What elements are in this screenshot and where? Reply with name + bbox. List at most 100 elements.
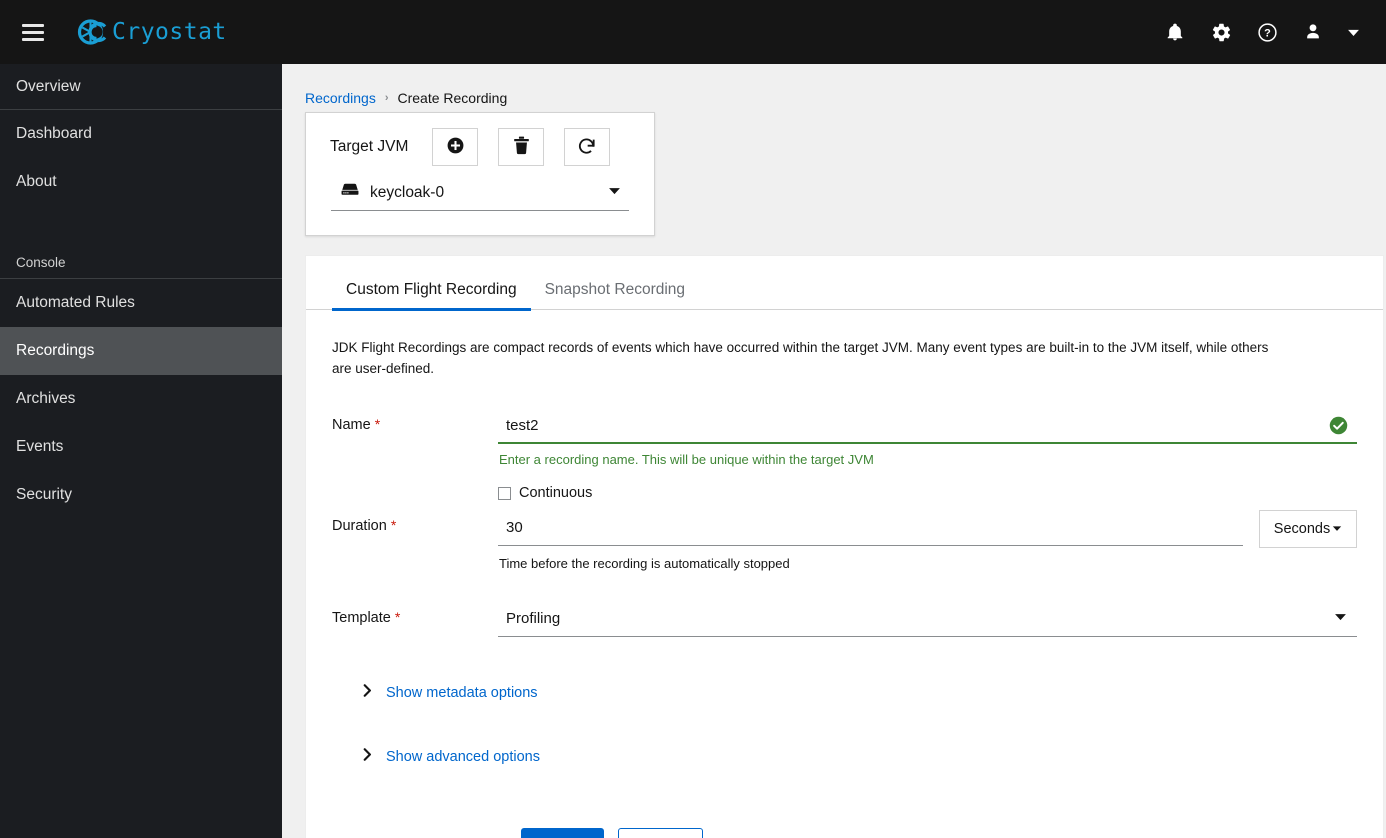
- sidebar-item-overview[interactable]: Overview: [0, 64, 282, 109]
- hamburger-bar: [22, 30, 44, 34]
- required-marker: *: [394, 609, 401, 625]
- sidebar-item-label: Events: [16, 438, 64, 455]
- sidebar-item-security[interactable]: Security: [0, 471, 282, 519]
- sidebar-section-console: Console: [0, 232, 282, 278]
- target-jvm-value: keycloak-0: [370, 183, 445, 201]
- brand-link[interactable]: Cryostat: [76, 16, 227, 48]
- sidebar-item-label: About: [16, 173, 57, 190]
- target-jvm-select[interactable]: keycloak-0: [331, 175, 629, 211]
- sidebar-item-label: Automated Rules: [16, 294, 135, 311]
- duration-input-row: Seconds: [498, 510, 1357, 548]
- duration-input[interactable]: [498, 510, 1243, 546]
- tab-snapshot-recording[interactable]: Snapshot Recording: [531, 281, 699, 310]
- breadcrumb: Recordings › Create Recording: [282, 64, 1386, 106]
- sidebar-item-label: Recordings: [16, 342, 95, 359]
- caret-down-icon: [1334, 610, 1347, 627]
- tab-custom-flight-recording[interactable]: Custom Flight Recording: [332, 281, 531, 311]
- refresh-targets-button[interactable]: [564, 128, 611, 166]
- form-row-template: Template * Profiling: [332, 601, 1357, 637]
- masthead-toolbar: ?: [1154, 10, 1386, 54]
- show-advanced-options-toggle[interactable]: Show advanced options: [332, 748, 1357, 766]
- duration-label: Duration *: [332, 485, 498, 571]
- help-circle-icon[interactable]: ?: [1246, 10, 1288, 54]
- duration-input-wrapper: [498, 510, 1243, 548]
- check-circle-icon: [1329, 416, 1348, 440]
- create-button[interactable]: Create: [521, 828, 605, 838]
- create-recording-form: Name* Enter a recording name. This will …: [306, 392, 1383, 838]
- breadcrumb-link-recordings[interactable]: Recordings: [305, 90, 376, 106]
- delete-target-button[interactable]: [498, 128, 545, 166]
- target-jvm-actions: [432, 128, 611, 166]
- plus-circle-icon: [446, 136, 465, 158]
- duration-control: Continuous Seconds Time befor: [498, 485, 1357, 571]
- template-control: Profiling: [498, 601, 1357, 637]
- template-label-text: Template: [332, 610, 391, 626]
- show-metadata-options-toggle[interactable]: Show metadata options: [332, 684, 1357, 702]
- target-jvm-card: Target JVM keycloak-0: [305, 112, 655, 236]
- breadcrumb-current: Create Recording: [397, 90, 508, 106]
- sidebar-item-events[interactable]: Events: [0, 423, 282, 471]
- sidebar-navigation: Overview Dashboard About Console Automat…: [0, 64, 282, 838]
- user-avatar-icon[interactable]: [1292, 10, 1334, 54]
- tab-description: JDK Flight Recordings are compact record…: [332, 339, 1269, 376]
- continuous-checkbox-row: Continuous: [498, 485, 1357, 510]
- show-advanced-options-label: Show advanced options: [386, 749, 540, 765]
- masthead: Cryostat ?: [0, 0, 1386, 64]
- form-actions: Create Cancel: [332, 828, 1357, 838]
- name-label: Name *: [332, 408, 498, 467]
- hamburger-icon[interactable]: [10, 0, 56, 64]
- required-marker: *: [374, 416, 381, 432]
- sidebar-item-label: Archives: [16, 390, 76, 407]
- sidebar-item-label: Security: [16, 486, 72, 503]
- form-row-name: Name* Enter a recording name. This will …: [332, 408, 1357, 467]
- show-metadata-options-label: Show metadata options: [386, 685, 538, 701]
- caret-down-icon: [608, 184, 621, 202]
- sidebar-section-label: Console: [16, 255, 66, 270]
- server-icon: [341, 183, 359, 202]
- create-target-button[interactable]: [432, 128, 479, 166]
- recording-type-tabs: Custom Flight Recording Snapshot Recordi…: [306, 256, 1383, 311]
- duration-unit-select[interactable]: Seconds: [1259, 510, 1357, 548]
- chevron-right-icon: [362, 684, 373, 702]
- template-value: Profiling: [506, 610, 561, 627]
- svg-text:?: ?: [1264, 27, 1271, 39]
- continuous-label[interactable]: Continuous: [519, 485, 592, 501]
- caret-down-icon: [1332, 521, 1342, 537]
- hamburger-bar: [22, 37, 44, 41]
- brand-name: Cryostat: [112, 19, 227, 45]
- trash-icon: [513, 136, 530, 158]
- sidebar-item-about[interactable]: About: [0, 158, 282, 206]
- sidebar-item-automated-rules[interactable]: Automated Rules: [0, 279, 282, 327]
- bell-icon[interactable]: [1154, 10, 1196, 54]
- continuous-checkbox[interactable]: [498, 486, 511, 500]
- required-marker: *: [390, 517, 397, 533]
- sidebar-item-recordings[interactable]: Recordings: [0, 327, 282, 375]
- breadcrumb-separator-icon: ›: [384, 92, 389, 104]
- template-select[interactable]: Profiling: [498, 601, 1357, 637]
- target-jvm-header: Target JVM: [306, 113, 654, 166]
- name-label-text: Name: [332, 417, 371, 433]
- create-recording-card: Custom Flight Recording Snapshot Recordi…: [305, 255, 1384, 838]
- gear-icon[interactable]: [1200, 10, 1242, 54]
- tab-label: Custom Flight Recording: [346, 281, 517, 298]
- chevron-right-icon: [362, 748, 373, 766]
- template-label: Template *: [332, 601, 498, 637]
- sidebar-item-dashboard[interactable]: Dashboard: [0, 110, 282, 158]
- sidebar-item-label: Overview: [16, 77, 81, 95]
- main-content: Recordings › Create Recording Target JVM: [282, 64, 1386, 838]
- duration-helper-text: Time before the recording is automatical…: [499, 556, 790, 571]
- cancel-button[interactable]: Cancel: [618, 828, 703, 838]
- refresh-icon: [577, 136, 597, 159]
- tab-label: Snapshot Recording: [544, 281, 686, 298]
- recording-name-input[interactable]: [498, 408, 1357, 444]
- user-menu-chevron-down-icon[interactable]: [1338, 10, 1368, 54]
- name-helper-text: Enter a recording name. This will be uni…: [499, 452, 874, 467]
- hamburger-bar: [22, 23, 44, 27]
- cryostat-logo-icon: [76, 16, 108, 48]
- sidebar-item-label: Dashboard: [16, 125, 92, 142]
- target-jvm-label: Target JVM: [330, 138, 409, 155]
- sidebar-item-archives[interactable]: Archives: [0, 375, 282, 423]
- name-control: Enter a recording name. This will be uni…: [498, 408, 1357, 467]
- form-row-duration: Duration* Continuous Seconds: [332, 485, 1357, 571]
